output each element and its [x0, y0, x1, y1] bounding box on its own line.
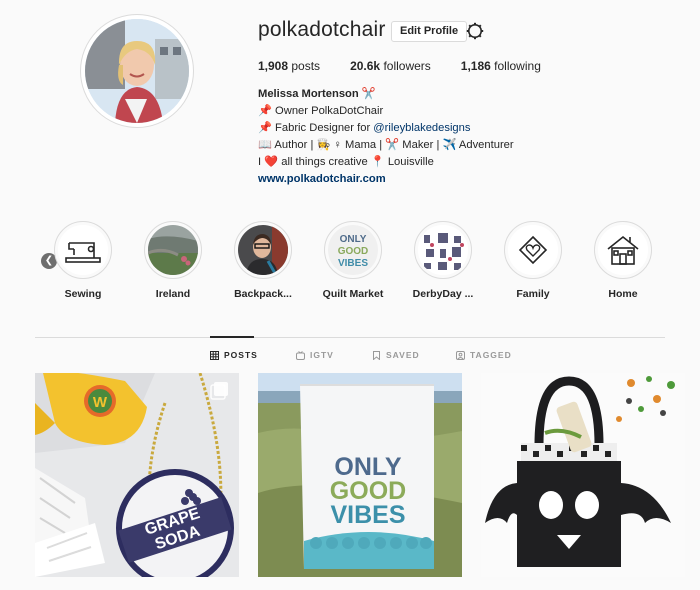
sewing-machine-icon: [58, 225, 108, 275]
bio-line-3: 📖 Author | 👩‍🍳 ♀ Mama | ✂️ Maker | ✈️ Ad…: [258, 139, 514, 151]
person-photo: [238, 225, 288, 275]
tabs-divider: [35, 337, 665, 338]
bookmark-icon: [373, 350, 380, 360]
avatar[interactable]: [85, 19, 189, 123]
scissors-emoji: ✂️: [361, 88, 376, 100]
highlight-label: Family: [516, 288, 550, 300]
tab-saved[interactable]: SAVED: [372, 350, 420, 360]
pushpin-emoji: 📌: [258, 105, 272, 117]
active-tab-indicator: [210, 336, 254, 338]
highlight-family[interactable]: Family: [488, 221, 578, 300]
bio-full-name: Melissa Mortenson: [258, 88, 359, 100]
bio-line-1: 📌 Owner PolkaDotChair: [258, 103, 514, 120]
stat-count: 20.6k: [350, 59, 381, 73]
grid-icon: [210, 350, 219, 360]
stat-label: following: [494, 59, 541, 73]
highlight-label: Quilt Market: [322, 288, 384, 300]
highlight-label: Home: [608, 288, 638, 300]
tab-posts[interactable]: POSTS: [210, 350, 258, 360]
highlight-ring: [414, 221, 472, 279]
highlight-ring: [54, 221, 112, 279]
highlight-ireland[interactable]: Ireland: [128, 221, 218, 300]
post-text-line: VIBES: [330, 501, 405, 529]
bio-name-line: Melissa Mortenson ✂️: [258, 86, 514, 103]
profile-username: polkadotchair: [258, 18, 386, 41]
settings-gear-icon[interactable]: [466, 22, 484, 40]
bio-mention-link[interactable]: @rileyblakedesigns: [373, 122, 470, 134]
post-thumbnail-1[interactable]: W GRAPE SODA: [35, 373, 239, 577]
bio-website-link[interactable]: www.polkadotchair.com: [258, 171, 514, 188]
only-good-vibes-photo: ONLY GOOD VIBES: [328, 225, 378, 275]
pushpin-emoji: 📌: [258, 122, 272, 134]
tab-label: SAVED: [386, 350, 420, 360]
landscape-photo: [148, 225, 198, 275]
stat-posts: 1,908 posts: [258, 59, 320, 73]
highlight-label: Ireland: [155, 288, 191, 300]
profile-bio: Melissa Mortenson ✂️ 📌 Owner PolkaDotCha…: [258, 86, 514, 188]
edit-profile-button[interactable]: Edit Profile: [391, 21, 468, 42]
highlight-ring: [144, 221, 202, 279]
profile-stats: 1,908 posts 20.6k followers 1,186 follow…: [258, 59, 571, 73]
profile-avatar-ring[interactable]: [80, 14, 194, 128]
highlight-ring: [594, 221, 652, 279]
tab-label: TAGGED: [470, 350, 512, 360]
tab-label: POSTS: [224, 350, 258, 360]
svg-text:GOOD: GOOD: [338, 246, 369, 257]
bio-line-2: 📌 Fabric Designer for @rileyblakedesigns: [258, 120, 514, 137]
highlight-sewing[interactable]: Sewing: [38, 221, 128, 300]
stat-followers[interactable]: 20.6k followers: [350, 59, 431, 73]
highlight-quilt-market[interactable]: ONLY GOOD VIBES Quilt Market: [308, 221, 398, 300]
igtv-icon: [296, 350, 305, 360]
tab-igtv[interactable]: IGTV: [296, 350, 334, 360]
highlight-label: Sewing: [64, 288, 102, 300]
house-icon: [598, 225, 648, 275]
highlight-ring: [234, 221, 292, 279]
heart-diamond-icon: [508, 225, 558, 275]
post-badge-text: W: [93, 394, 108, 411]
stat-label: posts: [291, 59, 321, 73]
tab-label: IGTV: [310, 350, 334, 360]
highlight-backpack[interactable]: Backpack...: [218, 221, 308, 300]
stat-following[interactable]: 1,186 following: [461, 59, 541, 73]
post-thumbnail-3[interactable]: [481, 373, 685, 577]
highlight-derbyday[interactable]: DerbyDay ...: [398, 221, 488, 300]
tab-tagged[interactable]: TAGGED: [456, 350, 512, 360]
stat-label: followers: [383, 59, 431, 73]
stat-count: 1,908: [258, 59, 289, 73]
bio-text: Owner PolkaDotChair: [275, 105, 384, 117]
highlight-home[interactable]: Home: [578, 221, 668, 300]
stat-count: 1,186: [460, 59, 491, 73]
highlight-label: DerbyDay ...: [412, 288, 474, 300]
highlight-ring: ONLY GOOD VIBES: [324, 221, 382, 279]
highlight-ring: [504, 221, 562, 279]
highlight-label: Backpack...: [234, 288, 292, 300]
post-thumbnail-2[interactable]: ONLY GOOD VIBES: [258, 373, 462, 577]
derby-photo: [418, 225, 468, 275]
svg-text:ONLY: ONLY: [340, 234, 367, 245]
tagged-icon: [456, 350, 465, 360]
bio-text: Fabric Designer for: [275, 122, 371, 134]
svg-text:VIBES: VIBES: [338, 258, 368, 269]
bio-line-4: I ❤️ all things creative 📍 Louisville: [258, 156, 434, 168]
